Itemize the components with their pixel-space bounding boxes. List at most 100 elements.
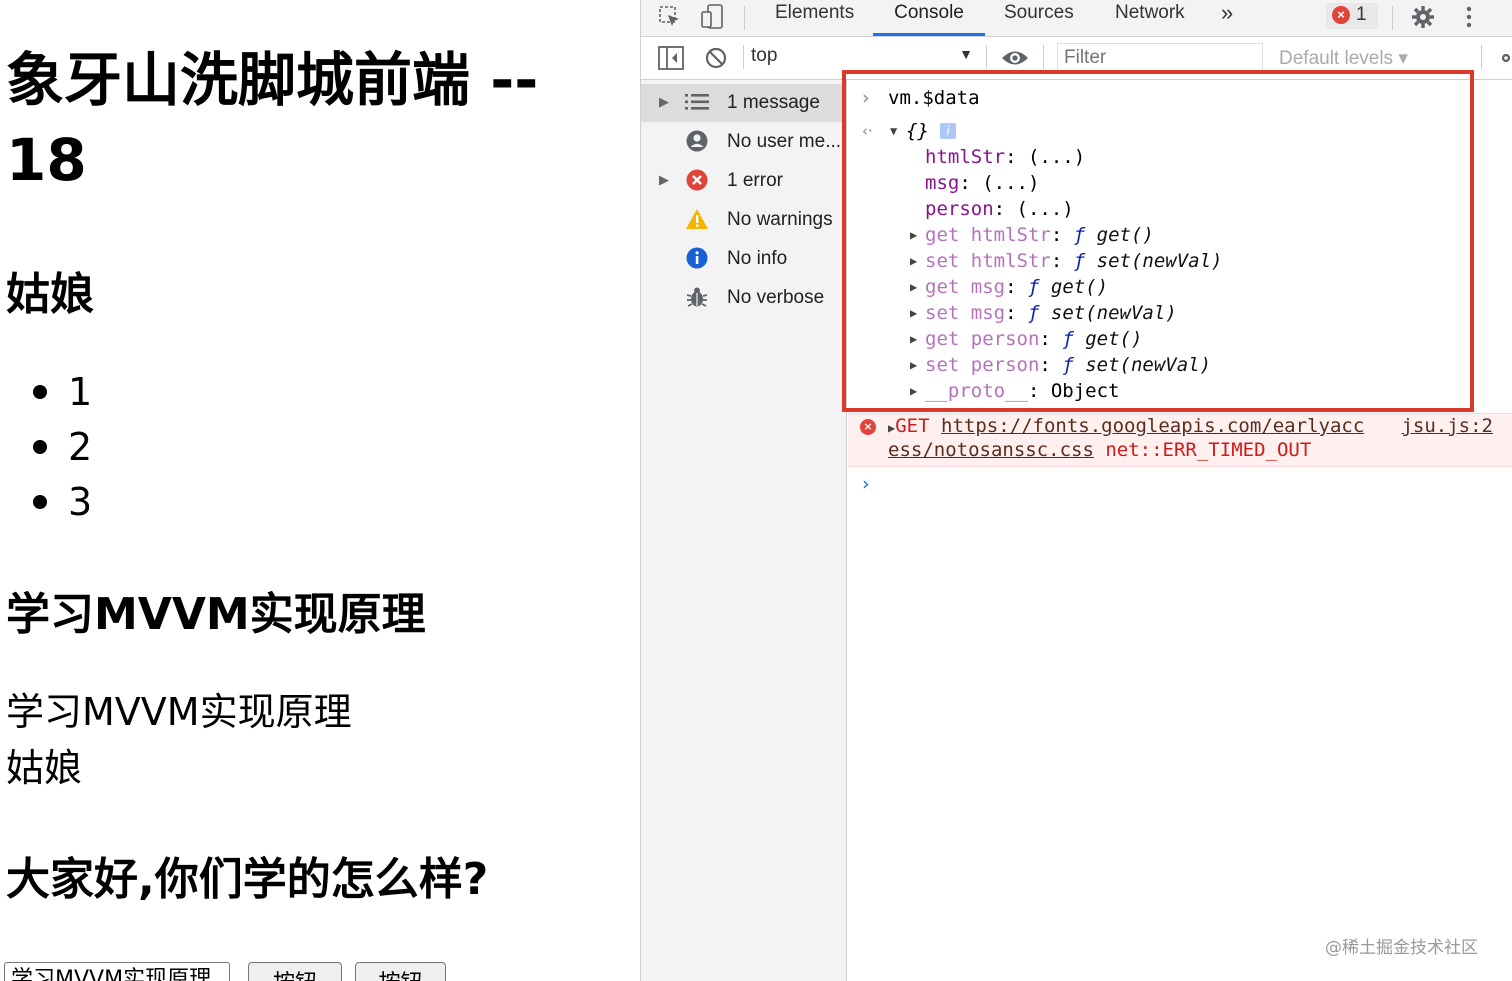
expand-arrow-icon[interactable]: ▶ bbox=[910, 378, 917, 404]
log-levels-select[interactable]: Default levels ▾ bbox=[1279, 47, 1408, 70]
error-url-link[interactable]: https://fonts.googleapis.com/earlyacc bbox=[941, 415, 1364, 437]
object-summary: {} bbox=[906, 120, 929, 142]
input-prompt-icon: › bbox=[862, 87, 870, 109]
prompt-caret-icon: › bbox=[862, 473, 870, 495]
dropdown-caret-icon: ▼ bbox=[959, 46, 973, 62]
function-signature: set(newVal) bbox=[1096, 250, 1223, 272]
accessor-property[interactable]: ▶ get htmlStr: ƒ get() bbox=[848, 222, 1512, 248]
property-key: msg bbox=[970, 276, 1006, 298]
mvvm-heading: 学习MVVM实现原理 bbox=[6, 589, 426, 640]
expand-arrow-icon[interactable]: ▶ bbox=[910, 248, 917, 274]
accessor-property[interactable]: ▶ set person: ƒ set(newVal) bbox=[848, 352, 1512, 378]
sidebar-item-verbose[interactable]: No verbose bbox=[641, 279, 846, 317]
info-icon bbox=[685, 246, 709, 270]
sidebar-item-label: No warnings bbox=[727, 209, 833, 230]
console-input-line: › vm.$data bbox=[848, 85, 1512, 111]
accessor-kind: get bbox=[925, 224, 960, 246]
list-item: 3 bbox=[0, 475, 92, 530]
property-value[interactable]: (...) bbox=[1017, 198, 1074, 220]
error-count: 1 bbox=[1356, 4, 1367, 25]
tab-elements[interactable]: Elements bbox=[775, 0, 854, 36]
sidebar-item-label: 1 message bbox=[727, 92, 820, 113]
error-icon bbox=[685, 168, 709, 192]
context-select[interactable]: top ▼ bbox=[751, 45, 973, 71]
function-signature: set(newVal) bbox=[1085, 354, 1212, 376]
sidebar-toggle-icon[interactable] bbox=[657, 45, 685, 71]
settings-gear-icon[interactable] bbox=[1409, 4, 1437, 30]
tab-sources[interactable]: Sources bbox=[1004, 0, 1074, 36]
more-options-icon[interactable] bbox=[1459, 4, 1479, 30]
error-line-1: ▶GET https://fonts.googleapis.com/earlya… bbox=[888, 414, 1364, 441]
tab-console[interactable]: Console bbox=[873, 0, 985, 36]
list-icon bbox=[685, 90, 709, 114]
accessor-property[interactable]: ▶ set htmlStr: ƒ set(newVal) bbox=[848, 248, 1512, 274]
expand-arrow-icon[interactable]: ▶ bbox=[659, 172, 669, 188]
girl-heading: 姑娘 bbox=[6, 269, 94, 320]
property-value[interactable]: (...) bbox=[982, 172, 1039, 194]
proto-property[interactable]: ▶ __proto__: Object bbox=[848, 378, 1512, 404]
sidebar-item-errors[interactable]: ▶ 1 error bbox=[641, 162, 846, 200]
live-expression-eye-icon[interactable] bbox=[999, 45, 1031, 71]
filter-input[interactable] bbox=[1057, 43, 1263, 73]
context-value: top bbox=[751, 45, 778, 66]
accessor-property[interactable]: ▶ get msg: ƒ get() bbox=[848, 274, 1512, 300]
console-command: vm.$data bbox=[888, 87, 980, 109]
toolbar-divider bbox=[1392, 6, 1393, 30]
list-item: 2 bbox=[0, 420, 92, 475]
expand-arrow-icon[interactable]: ▶ bbox=[659, 94, 669, 110]
device-toolbar-icon[interactable] bbox=[699, 4, 727, 30]
expand-arrow-icon[interactable]: ▶ bbox=[910, 222, 917, 248]
accessor-kind: set bbox=[925, 302, 960, 324]
devtools-toolbar: Elements Console Sources Network » × 1 bbox=[641, 0, 1512, 37]
expand-arrow-icon[interactable]: ▶ bbox=[910, 274, 917, 300]
console-settings-icon[interactable] bbox=[1499, 45, 1512, 71]
button-at[interactable]: 按钮@ bbox=[355, 962, 446, 981]
property-key: msg bbox=[970, 302, 1006, 324]
toolbar-divider bbox=[744, 6, 745, 30]
expand-arrow-icon[interactable]: ▶ bbox=[910, 300, 917, 326]
function-signature: get() bbox=[1085, 328, 1143, 350]
error-method: GET bbox=[895, 415, 930, 437]
expand-arrow-icon[interactable]: ▼ bbox=[890, 118, 897, 144]
toolbar-divider bbox=[1043, 45, 1044, 69]
list-item: 1 bbox=[0, 365, 92, 420]
error-source-link[interactable]: jsu.js:2 bbox=[1401, 414, 1493, 439]
property-key: htmlStr bbox=[970, 224, 1051, 246]
toolbar-divider bbox=[743, 45, 744, 69]
console-sidebar: ▶ 1 message No user me... ▶ 1 error No w… bbox=[641, 80, 847, 981]
sidebar-item-user-messages[interactable]: No user me... bbox=[641, 123, 846, 161]
sidebar-item-label: No user me... bbox=[727, 131, 842, 152]
warning-icon bbox=[685, 207, 709, 231]
object-property: htmlStr: (...) bbox=[925, 146, 1086, 168]
expand-arrow-icon[interactable]: ▶ bbox=[910, 352, 917, 378]
error-count-badge[interactable]: × 1 bbox=[1326, 3, 1378, 29]
accessor-property[interactable]: ▶ get person: ƒ get() bbox=[848, 326, 1512, 352]
property-key: person bbox=[970, 354, 1040, 376]
watermark: @稀土掘金技术社区 bbox=[1325, 938, 1478, 958]
html-text-line: 学习MVVM实现原理 bbox=[6, 690, 352, 734]
inspect-element-icon[interactable] bbox=[657, 4, 683, 30]
info-badge-icon[interactable]: i bbox=[940, 123, 956, 139]
object-property: msg: (...) bbox=[925, 172, 1040, 194]
result-arrow-icon: ‹· bbox=[862, 122, 873, 140]
accessor-property[interactable]: ▶ set msg: ƒ set(newVal) bbox=[848, 300, 1512, 326]
accessor-kind: get bbox=[925, 276, 960, 298]
clear-console-icon[interactable] bbox=[703, 45, 729, 71]
console-prompt[interactable]: › bbox=[848, 471, 1512, 497]
sidebar-item-warnings[interactable]: No warnings bbox=[641, 201, 846, 239]
toolbar-divider bbox=[986, 45, 987, 69]
html-text-line: 姑娘 bbox=[6, 746, 83, 790]
property-key: __proto__ bbox=[925, 380, 1028, 402]
error-icon: × bbox=[1332, 6, 1350, 24]
button-on[interactable]: 按钮on bbox=[248, 962, 342, 981]
expand-arrow-icon[interactable]: ▶ bbox=[910, 326, 917, 352]
tab-network[interactable]: Network bbox=[1115, 0, 1185, 36]
accessor-kind: set bbox=[925, 250, 960, 272]
more-tabs-icon[interactable]: » bbox=[1221, 0, 1233, 36]
property-value[interactable]: (...) bbox=[1028, 146, 1085, 168]
error-url-link[interactable]: ess/notosanssc.css bbox=[888, 439, 1094, 461]
sidebar-item-info[interactable]: No info bbox=[641, 240, 846, 278]
text-input[interactable] bbox=[4, 962, 230, 981]
console-result-line[interactable]: ‹· ▼ {} i bbox=[848, 118, 1512, 144]
sidebar-item-messages[interactable]: ▶ 1 message bbox=[641, 84, 846, 122]
